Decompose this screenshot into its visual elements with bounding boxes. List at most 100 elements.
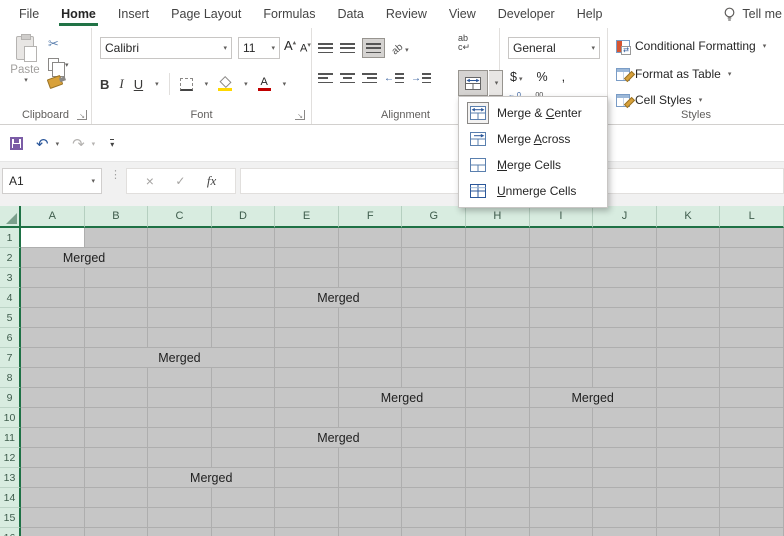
tell-me[interactable]: Tell me <box>723 0 784 28</box>
cell-c3[interactable] <box>148 268 212 288</box>
cell-a1[interactable] <box>21 228 85 248</box>
row-header-16[interactable]: 16 <box>0 528 21 536</box>
undo-icon[interactable]: ↶ <box>36 135 49 153</box>
cell-a5[interactable] <box>21 308 85 328</box>
chevron-down-icon[interactable]: ▾ <box>91 177 95 185</box>
cell-h13[interactable] <box>466 468 530 488</box>
chevron-down-icon[interactable]: ▾ <box>244 80 248 88</box>
cell-e7[interactable] <box>275 348 339 368</box>
merged-cell-c13[interactable]: Merged <box>148 468 276 488</box>
column-header-e[interactable]: E <box>275 206 339 228</box>
cell-d5[interactable] <box>211 308 276 328</box>
column-header-i[interactable]: I <box>529 206 594 228</box>
cell-b15[interactable] <box>84 508 149 528</box>
align-center-button[interactable] <box>340 72 355 84</box>
cell-j7[interactable] <box>593 348 657 368</box>
cell-c2[interactable] <box>148 248 212 268</box>
cell-h5[interactable] <box>466 308 530 328</box>
cell-g16[interactable] <box>402 528 467 536</box>
cell-h4[interactable] <box>466 288 530 308</box>
column-header-k[interactable]: K <box>656 206 721 228</box>
cell-l5[interactable] <box>720 308 784 328</box>
column-header-h[interactable]: H <box>466 206 530 228</box>
cell-h15[interactable] <box>466 508 530 528</box>
column-header-j[interactable]: J <box>593 206 657 228</box>
align-left-button[interactable] <box>318 72 333 84</box>
merged-cell-i9[interactable]: Merged <box>529 388 657 408</box>
cell-d3[interactable] <box>211 268 276 288</box>
row-header-5[interactable]: 5 <box>0 308 21 328</box>
cell-i7[interactable] <box>529 348 594 368</box>
cell-d2[interactable] <box>211 248 276 268</box>
cell-b11[interactable] <box>84 428 149 448</box>
cell-h9[interactable] <box>466 388 530 408</box>
cell-i4[interactable] <box>529 288 594 308</box>
cell-e14[interactable] <box>275 488 339 508</box>
percent-style-button[interactable]: % <box>536 70 547 84</box>
cell-b14[interactable] <box>84 488 149 508</box>
font-size-combobox[interactable]: 11 ▾ <box>238 37 280 59</box>
cell-c8[interactable] <box>148 368 212 388</box>
cell-j3[interactable] <box>593 268 657 288</box>
cell-i3[interactable] <box>529 268 594 288</box>
cell-i14[interactable] <box>529 488 594 508</box>
format-as-table-button[interactable]: Format as Table ▾ <box>616 64 731 84</box>
wrap-text-button[interactable]: ab c↵ <box>458 34 470 52</box>
paste-button[interactable]: Paste ▾ <box>8 34 42 110</box>
row-header-2[interactable]: 2 <box>0 248 21 268</box>
tab-help[interactable]: Help <box>566 0 614 28</box>
top-align-button[interactable] <box>318 42 333 54</box>
cell-k9[interactable] <box>656 388 721 408</box>
cell-a7[interactable] <box>21 348 85 368</box>
format-painter-button[interactable] <box>46 74 64 90</box>
fill-color-button[interactable] <box>218 75 233 91</box>
cell-h12[interactable] <box>466 448 530 468</box>
row-header-15[interactable]: 15 <box>0 508 21 528</box>
cell-l2[interactable] <box>720 248 784 268</box>
cell-k14[interactable] <box>656 488 721 508</box>
row-header-14[interactable]: 14 <box>0 488 21 508</box>
cell-b8[interactable] <box>84 368 149 388</box>
cell-i6[interactable] <box>529 328 594 348</box>
cell-f6[interactable] <box>338 328 403 348</box>
cell-g6[interactable] <box>402 328 467 348</box>
cell-g13[interactable] <box>402 468 467 488</box>
tab-formulas[interactable]: Formulas <box>252 0 326 28</box>
cell-e12[interactable] <box>275 448 339 468</box>
cell-b4[interactable] <box>84 288 149 308</box>
cell-l8[interactable] <box>720 368 784 388</box>
increase-indent-button[interactable]: → <box>411 72 431 84</box>
merged-cell-a2[interactable]: Merged <box>21 248 149 268</box>
cell-k5[interactable] <box>656 308 721 328</box>
tab-developer[interactable]: Developer <box>487 0 566 28</box>
cell-d11[interactable] <box>211 428 276 448</box>
cell-i15[interactable] <box>529 508 594 528</box>
cell-j8[interactable] <box>593 368 657 388</box>
cell-a16[interactable] <box>21 528 85 536</box>
cell-h6[interactable] <box>466 328 530 348</box>
merge-and-center-button[interactable] <box>458 70 488 96</box>
cell-e16[interactable] <box>275 528 339 536</box>
cell-e5[interactable] <box>275 308 339 328</box>
cell-k1[interactable] <box>656 228 721 248</box>
cell-h10[interactable] <box>466 408 530 428</box>
cell-e15[interactable] <box>275 508 339 528</box>
cell-c15[interactable] <box>148 508 212 528</box>
cell-b1[interactable] <box>84 228 149 248</box>
cell-c10[interactable] <box>148 408 212 428</box>
cell-b10[interactable] <box>84 408 149 428</box>
cell-f1[interactable] <box>338 228 403 248</box>
cell-h16[interactable] <box>466 528 530 536</box>
cell-j14[interactable] <box>593 488 657 508</box>
cell-f7[interactable] <box>338 348 403 368</box>
cell-l9[interactable] <box>720 388 784 408</box>
column-header-f[interactable]: F <box>338 206 403 228</box>
cell-g8[interactable] <box>402 368 467 388</box>
cell-e13[interactable] <box>275 468 339 488</box>
cell-l16[interactable] <box>720 528 784 536</box>
cell-j5[interactable] <box>593 308 657 328</box>
cell-c4[interactable] <box>148 288 212 308</box>
cell-i12[interactable] <box>529 448 594 468</box>
cell-b9[interactable] <box>84 388 149 408</box>
shrink-font-button[interactable]: A▾ <box>300 41 311 55</box>
